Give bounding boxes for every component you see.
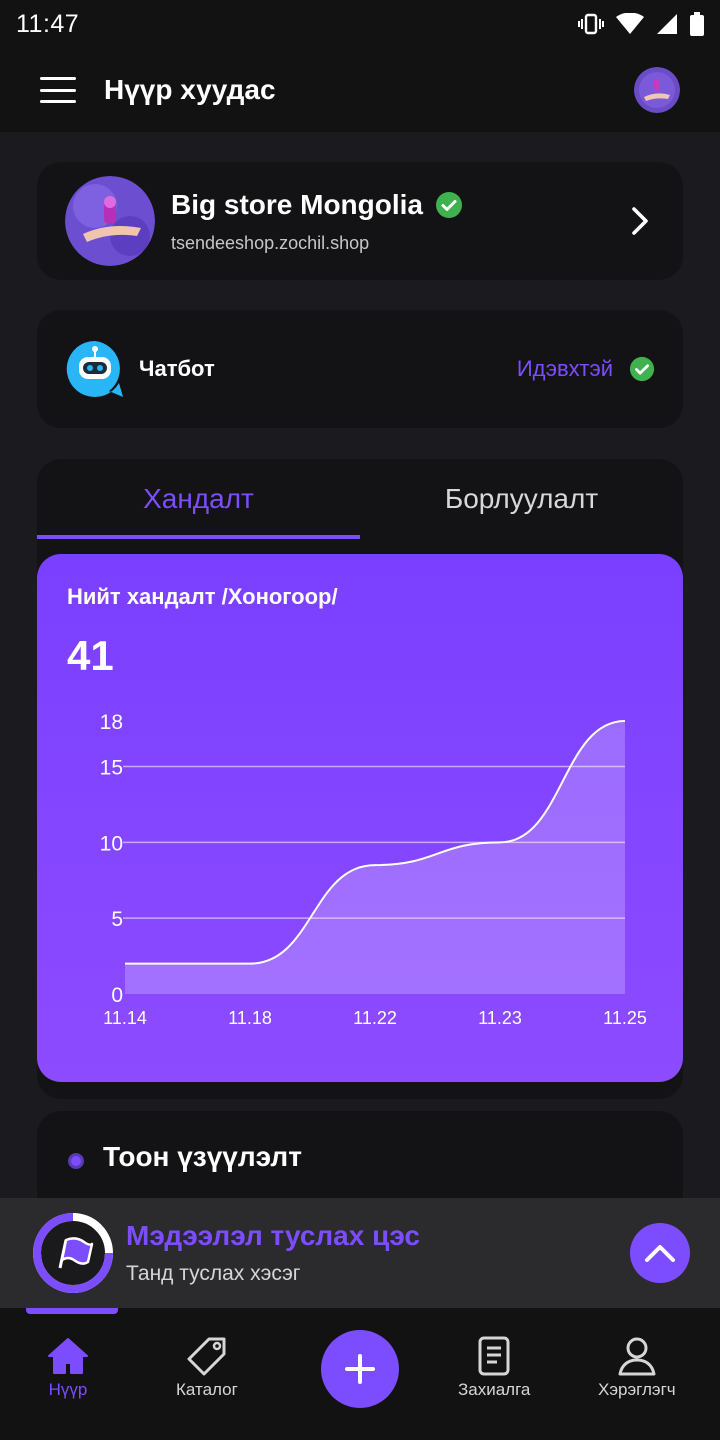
chevron-up-icon: [645, 1245, 675, 1262]
x-tick-label: 11.25: [603, 1008, 647, 1028]
y-tick-label: 10: [100, 832, 123, 855]
status-icons: [578, 12, 704, 36]
nav-orders-label: Захиалга: [458, 1380, 531, 1399]
signal-icon: [657, 14, 677, 34]
status-bar: 11:47: [0, 0, 720, 48]
nav-home-label: Нүүр: [48, 1380, 88, 1399]
help-title: Мэдээлэл туслах цэс: [126, 1220, 420, 1251]
plus-icon: [345, 1354, 375, 1384]
chatbot-icon: [65, 339, 125, 399]
tab-sales[interactable]: Борлуулалт: [360, 459, 683, 539]
nav-catalog-label: Каталог: [176, 1380, 238, 1399]
store-avatar: [65, 176, 155, 266]
tab-bar: Хандалт Борлуулалт: [37, 459, 683, 539]
nav-home[interactable]: Нүүр: [46, 1336, 90, 1400]
active-check-icon: [629, 356, 655, 382]
chatbot-card[interactable]: Чатбот Идэвхтэй: [37, 310, 683, 428]
menu-icon[interactable]: [40, 77, 76, 103]
y-tick-label: 0: [111, 984, 123, 1007]
store-name-row: Big store Mongolia: [171, 189, 625, 221]
battery-icon: [690, 12, 704, 36]
wifi-icon: [616, 13, 644, 34]
nav-catalog[interactable]: Каталог: [176, 1336, 238, 1400]
document-icon: [478, 1336, 510, 1376]
add-button[interactable]: [321, 1330, 399, 1408]
nav-user[interactable]: Хэрэглэгч: [598, 1336, 676, 1400]
bottom-navigation: Нүүр Каталог Захиалга Хэрэглэгч: [0, 1308, 720, 1440]
series-area: [125, 721, 625, 994]
help-subtitle: Танд туслах хэсэг: [126, 1262, 301, 1285]
nav-user-label: Хэрэглэгч: [598, 1380, 676, 1399]
progress-ring: [30, 1210, 116, 1296]
chatbot-status: Идэвхтэй: [516, 356, 613, 381]
store-url: tsendeeshop.zochil.shop: [171, 232, 370, 253]
active-indicator: [26, 1308, 118, 1314]
home-icon: [48, 1338, 88, 1374]
chevron-right-icon[interactable]: [625, 201, 655, 241]
profile-avatar[interactable]: [634, 67, 680, 113]
x-tick-label: 11.14: [103, 1008, 147, 1028]
stats-title: Тоон үзүүлэлт: [103, 1141, 302, 1172]
vibrate-icon: [578, 13, 604, 35]
y-tick-label: 18: [100, 711, 123, 734]
store-name: Big store Mongolia: [171, 188, 423, 220]
tag-icon: [187, 1337, 226, 1376]
visits-chart: 0 5 10 15 18 11.14 11.18 11.22 11.23 11.25: [100, 711, 647, 1028]
chatbot-label: Чатбот: [139, 356, 215, 381]
app-bar: Нүүр хуудас: [0, 48, 720, 132]
visits-chart-panel: Нийт хандалт /Хоногоор/ 41 0 5 10 15 18 11.14…: [37, 554, 683, 1082]
tab-visits[interactable]: Хандалт: [37, 459, 360, 539]
help-banner[interactable]: Мэдээлэл туслах цэс Танд туслах хэсэг: [0, 1198, 720, 1308]
y-tick-label: 15: [100, 757, 123, 780]
x-tick-label: 11.18: [228, 1008, 272, 1028]
user-icon: [618, 1337, 656, 1376]
expand-up-button[interactable]: [630, 1223, 690, 1283]
store-info: Big store Mongolia tsendeeshop.zochil.sh…: [171, 189, 625, 254]
y-tick-label: 5: [111, 908, 123, 931]
x-tick-label: 11.23: [478, 1008, 522, 1028]
analytics-card: Хандалт Борлуулалт Нийт хандалт /Хоногоо…: [37, 459, 683, 1099]
stats-bullet: [68, 1153, 84, 1169]
nav-orders[interactable]: Захиалга: [458, 1336, 530, 1400]
store-card[interactable]: Big store Mongolia tsendeeshop.zochil.sh…: [37, 162, 683, 280]
status-time: 11:47: [16, 9, 80, 38]
page-title: Нүүр хуудас: [104, 74, 276, 105]
verified-icon: [436, 191, 462, 218]
x-tick-label: 11.22: [353, 1008, 397, 1028]
help-text: Мэдээлэл туслах цэс Танд туслах хэсэг: [126, 1220, 420, 1286]
